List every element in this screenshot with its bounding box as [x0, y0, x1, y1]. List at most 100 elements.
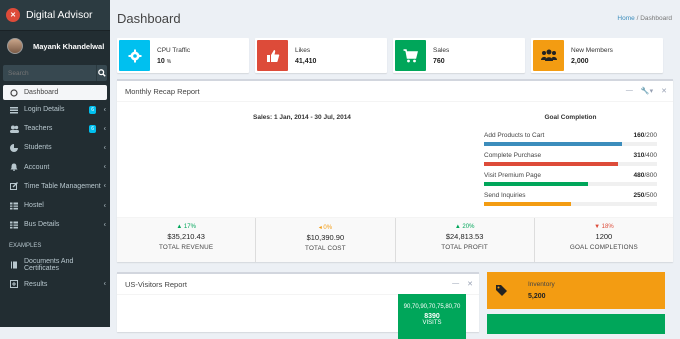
metric-change: ▲ 20% [454, 224, 475, 230]
sidebar-item-account[interactable]: Account ‹ [0, 158, 110, 177]
us-visitors-box: US-Visitors Report — ✕ 90,70,90,70,75,80… [117, 272, 479, 339]
tag-icon [487, 284, 515, 297]
chevron-left-icon: ‹ [103, 106, 106, 114]
sparkline-values: 90,70,90,70,75,80,70 [403, 304, 461, 310]
progress-bar [484, 142, 657, 146]
progress-bar [484, 162, 657, 166]
metric-change: ▲ 17% [176, 224, 196, 230]
goal-item: Add Products to Cart 160/200 [484, 132, 657, 146]
visits-count: 8390 [424, 313, 440, 320]
sidebar-search [3, 65, 107, 81]
sidebar-item-label: Bus Details [24, 221, 60, 229]
recap-footer: ▲ 17% $35,210.43 TOTAL REVENUE ◂ 0% $10,… [117, 217, 673, 262]
stat-label: Likes [295, 46, 311, 54]
sidebar-item-bus-details[interactable]: Bus Details ‹ [0, 215, 110, 234]
sidebar: ✕ Digital Advisor Mayank Khandelwal Dash… [0, 0, 110, 327]
chevron-left-icon: ‹ [103, 144, 106, 152]
sidebar-item-login-details[interactable]: Login Details 6 ‹ [0, 100, 110, 119]
breadcrumb-home[interactable]: Home [617, 15, 634, 22]
breadcrumb-current: Dashboard [640, 14, 672, 22]
sidebar-item-documents[interactable]: Documents And Certificates [0, 255, 110, 274]
cart-icon [395, 40, 426, 71]
metric-label: TOTAL REVENUE [158, 244, 214, 251]
pie-icon [9, 143, 19, 153]
goal-total: /200 [644, 132, 657, 139]
count-badge: 6 [89, 124, 96, 133]
stat-sales: Sales 760 [393, 38, 525, 73]
close-icon[interactable]: ✕ [661, 87, 667, 95]
chevron-left-icon: ‹ [103, 202, 106, 210]
sidebar-item-label: Dashboard [24, 89, 59, 96]
stat-label: Sales [433, 46, 450, 54]
sidebar-item-teachers[interactable]: Teachers 6 ‹ [0, 119, 110, 138]
collapse-icon[interactable]: — [626, 87, 633, 95]
inventory-value: 5,200 [528, 293, 546, 300]
footer-metric: ▲ 17% $35,210.43 TOTAL REVENUE [117, 218, 257, 262]
progress-fill [484, 162, 619, 166]
stat-label: CPU Traffic [157, 46, 191, 54]
plus-square-icon [9, 279, 19, 289]
metric-label: GOAL COMPLETIONS [569, 244, 638, 251]
sidebar-item-dashboard[interactable]: Dashboard [3, 85, 107, 100]
chevron-left-icon: ‹ [103, 280, 106, 288]
search-input[interactable] [3, 65, 96, 81]
close-icon[interactable]: ✕ [467, 280, 473, 288]
users-icon [9, 124, 19, 134]
goal-item: Complete Purchase 310/400 [484, 152, 657, 166]
group-icon [533, 40, 564, 71]
edit-icon [9, 181, 19, 191]
metric-label: TOTAL COST [305, 245, 346, 252]
footer-metric: ◂ 0% $10,390.90 TOTAL COST [256, 218, 396, 262]
stat-cpu-traffic: CPU Traffic 10 % [117, 38, 249, 73]
goal-total: /500 [644, 192, 657, 199]
goal-completion: Goal Completion Add Products to Cart 160/… [484, 114, 657, 212]
green-info-box [487, 314, 665, 334]
user-name: Mayank Khandelwal [33, 41, 105, 51]
sidebar-item-label: Hostel [24, 202, 44, 210]
collapse-icon[interactable]: — [452, 280, 459, 288]
monthly-recap-box: Monthly Recap Report — 🔧▾ ✕ Sales: 1 Jan… [117, 79, 673, 262]
box-title: Monthly Recap Report [125, 86, 200, 96]
brand[interactable]: ✕ Digital Advisor [0, 0, 110, 31]
sidebar-item-results[interactable]: Results ‹ [0, 275, 110, 294]
metric-value: $10,390.90 [306, 233, 345, 242]
stat-unit: % [166, 58, 172, 65]
sidebar-item-students[interactable]: Students ‹ [0, 138, 110, 157]
metric-value: $35,210.43 [167, 232, 205, 241]
sidebar-item-hostel[interactable]: Hostel ‹ [0, 196, 110, 215]
sales-period: Sales: 1 Jan, 2014 - 30 Jul, 2014 [253, 114, 351, 121]
search-button[interactable] [96, 65, 107, 81]
table-icon [9, 201, 19, 211]
metric-change: ◂ 0% [318, 225, 333, 231]
breadcrumb: Home / Dashboard [617, 14, 672, 22]
sidebar-menu: Dashboard Login Details 6 ‹ Teachers 6 ‹… [0, 85, 110, 294]
box-title: US-Visitors Report [125, 279, 187, 289]
sidebar-item-label: Login Details [24, 106, 65, 114]
book-icon [9, 260, 19, 270]
sidebar-section-header: EXAMPLES [9, 243, 42, 250]
progress-fill [484, 142, 623, 146]
brand-name: Digital Advisor [26, 9, 93, 21]
content-header: Dashboard Home / Dashboard [110, 0, 680, 36]
stat-value: 10 [157, 57, 165, 65]
progress-bar [484, 202, 657, 206]
stat-value: 760 [433, 57, 445, 65]
wrench-icon[interactable]: 🔧▾ [641, 87, 653, 95]
progress-fill [484, 182, 588, 186]
list-icon [9, 105, 19, 115]
stat-new-members: New Members 2,000 [531, 38, 663, 73]
goal-item: Send Inquiries 250/500 [484, 192, 657, 206]
stat-value: 41,410 [295, 57, 317, 65]
metric-value: 1200 [595, 232, 613, 241]
brand-logo-icon: ✕ [6, 8, 20, 22]
sidebar-item-time-table[interactable]: Time Table Management ‹ [0, 177, 110, 196]
goal-done: 310 [633, 152, 645, 159]
metric-value: $24,813.53 [445, 232, 484, 241]
inventory-box: Inventory 5,200 [487, 272, 665, 309]
stat-likes: Likes 41,410 [255, 38, 387, 73]
goal-done: 160 [633, 132, 645, 139]
goal-done: 480 [633, 172, 645, 179]
search-icon [98, 69, 106, 77]
stat-boxes: CPU Traffic 10 % Likes 41,410 Sales 760 [110, 38, 680, 73]
goal-label: Add Products to Cart [484, 132, 545, 139]
